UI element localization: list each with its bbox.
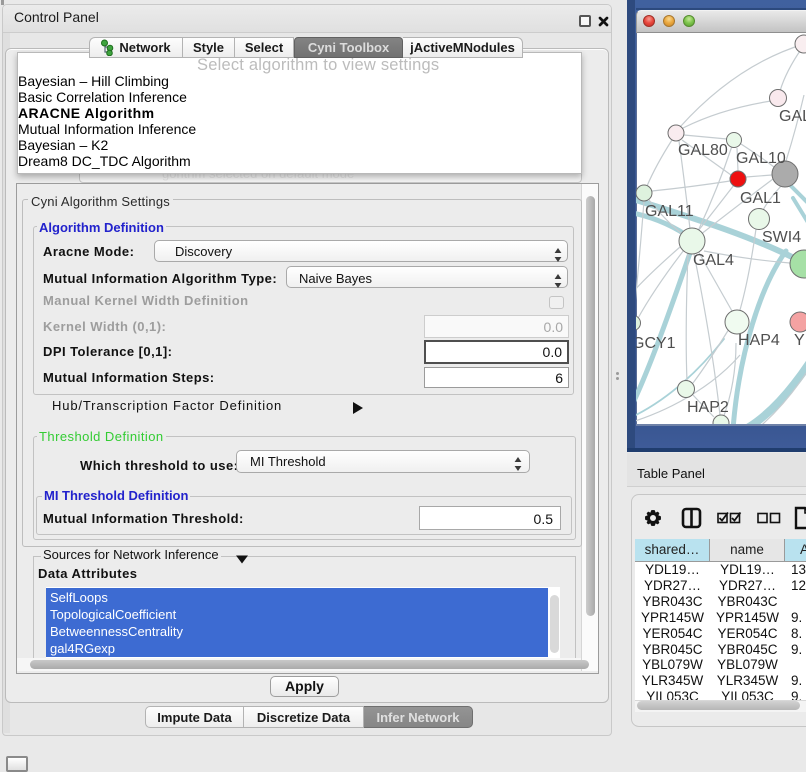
svg-text:GAL7: GAL7 [779,108,806,125]
svg-text:GAL10: GAL10 [736,150,786,167]
svg-text:GCY1: GCY1 [636,335,676,352]
svg-text:GAL80: GAL80 [678,142,728,159]
svg-text:GAL11: GAL11 [645,203,694,220]
svg-text:SWI4: SWI4 [762,229,801,246]
svg-text:GAL4: GAL4 [693,252,734,269]
svg-text:Y: Y [794,332,805,349]
svg-text:HAP4: HAP4 [738,332,780,349]
svg-text:GAL1: GAL1 [740,190,781,207]
svg-text:HAP2: HAP2 [687,399,729,416]
